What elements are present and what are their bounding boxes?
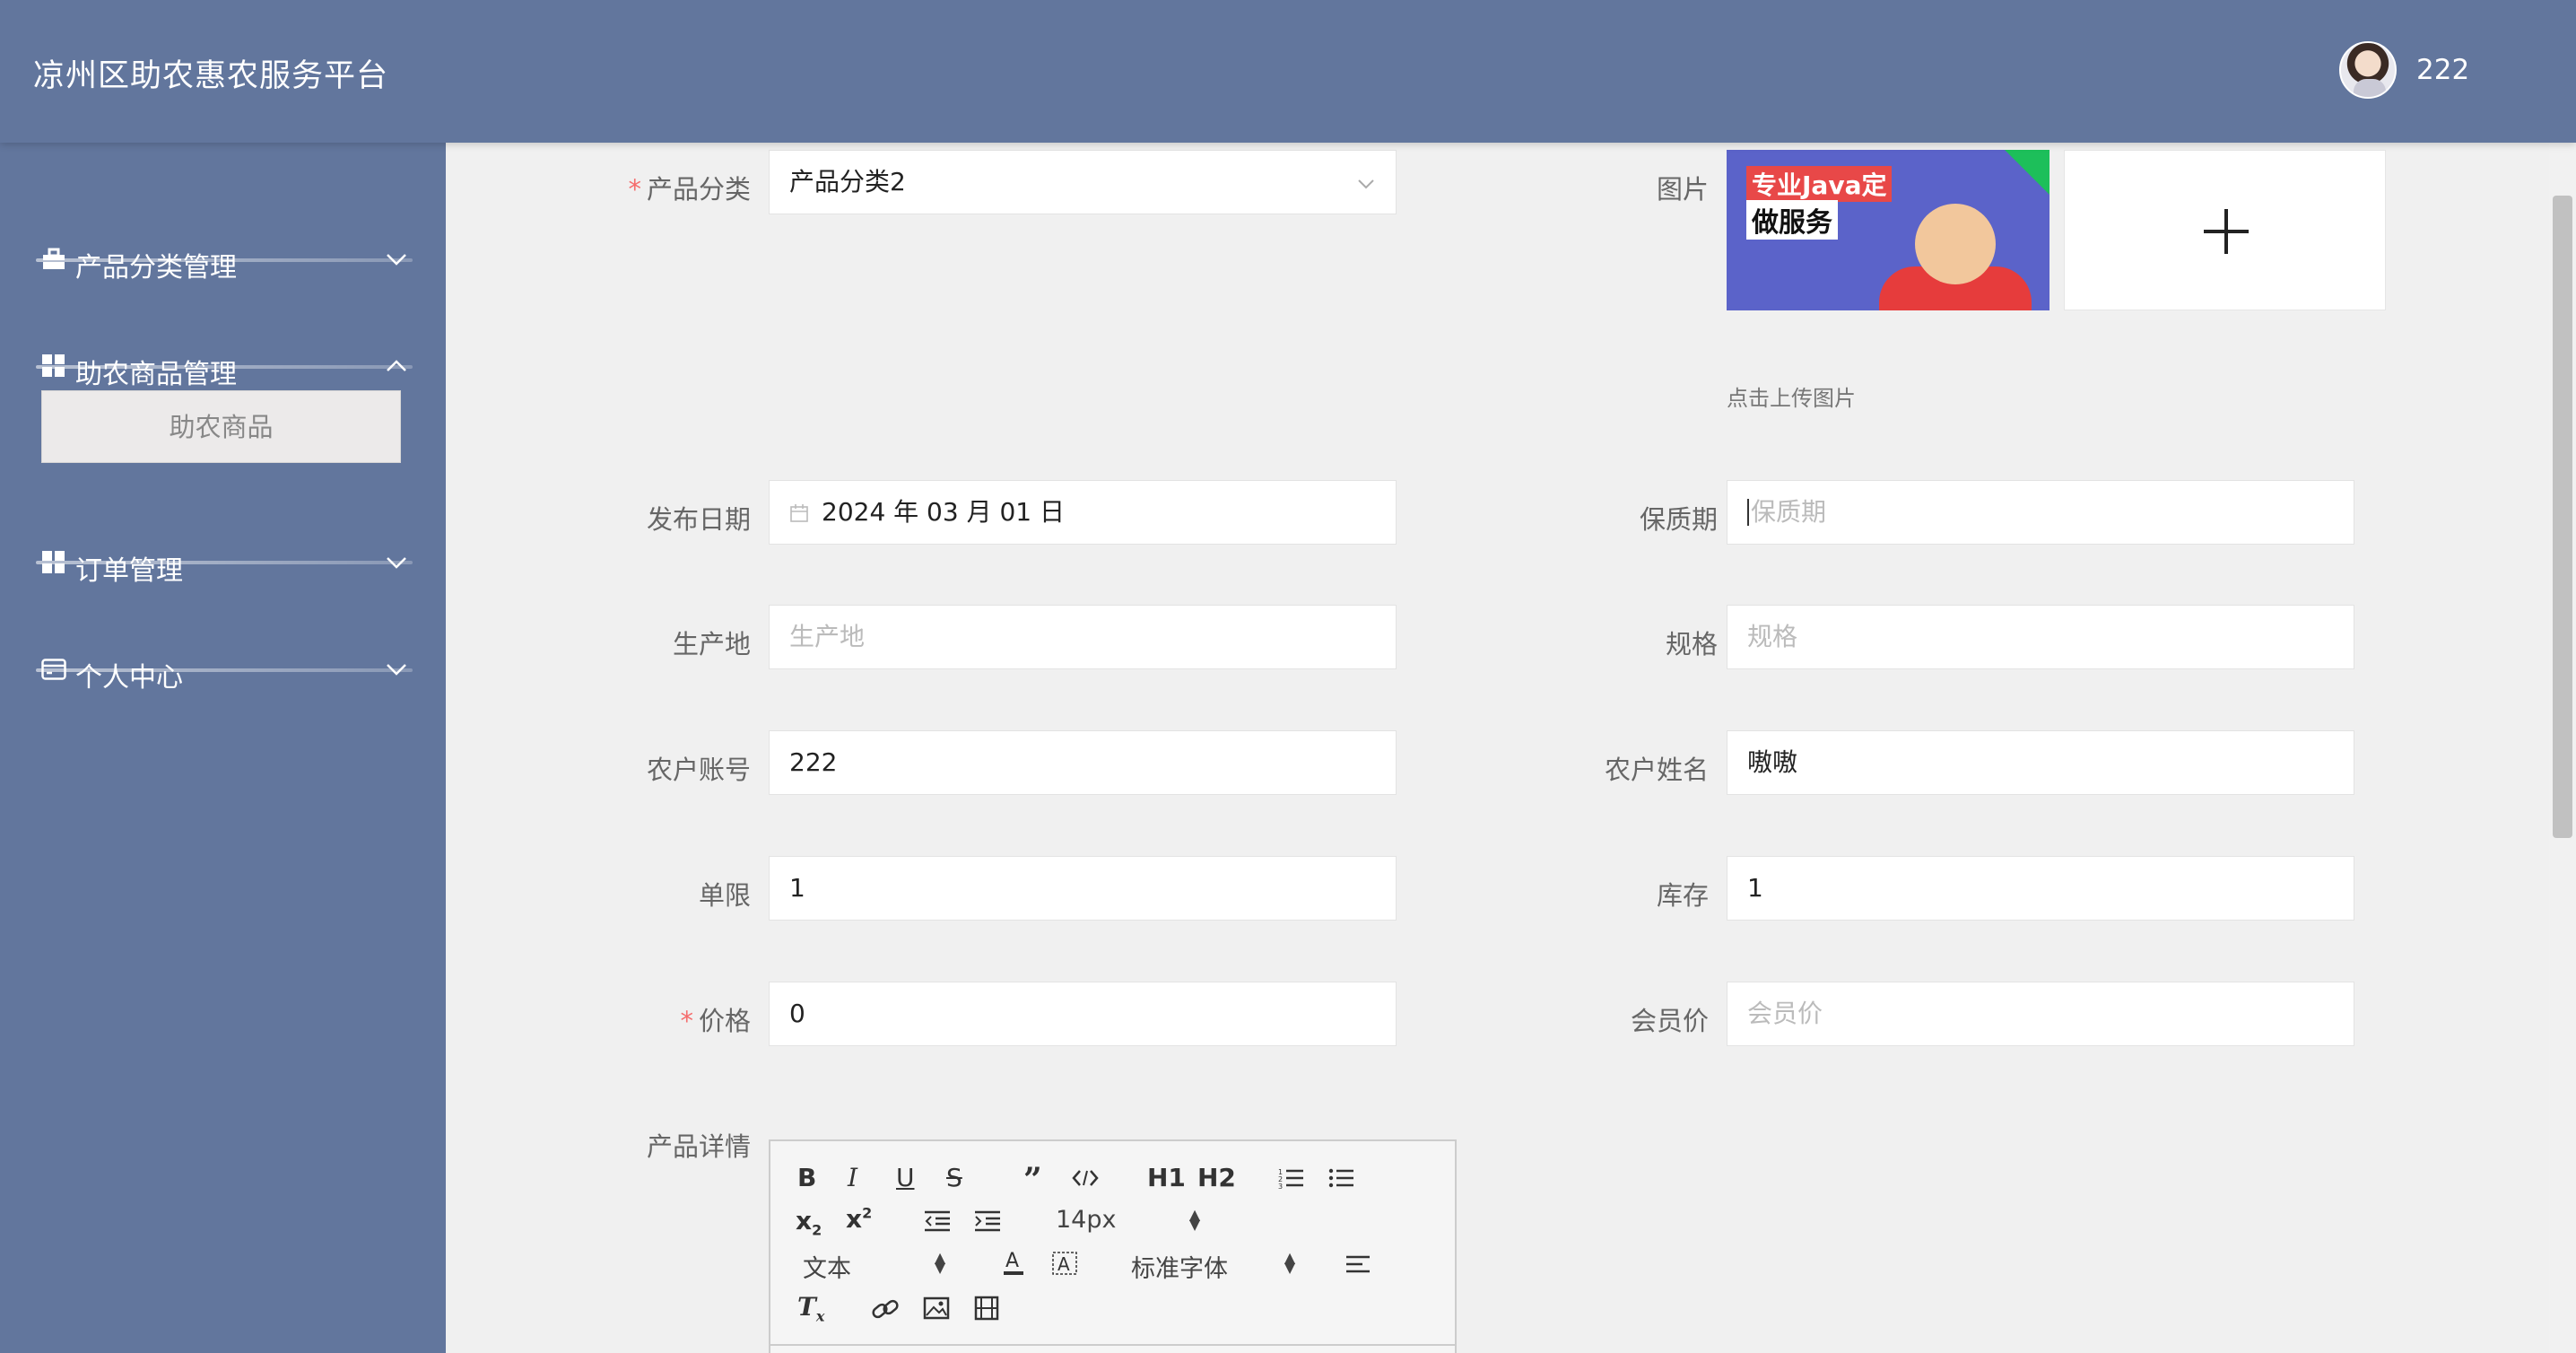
details-label: 产品详情 [646,1131,751,1162]
uploaded-image-thumbnail[interactable]: 专业Java定 做服务 [1727,150,2049,310]
subscript-button[interactable]: x2 [796,1206,822,1239]
menu-divider [36,258,413,262]
code-block-icon[interactable] [1072,1168,1099,1188]
plus-icon-v [2224,209,2228,254]
limit-label: 单限 [698,880,751,911]
limit-input[interactable]: 1 [769,856,1397,921]
thumbnail-face [1915,204,1996,284]
rich-text-editor[interactable]: B I U S ” H1 H2 1 2 3 x2 x2 14px ▲ ▼ 文本 … [769,1139,1457,1353]
chevron-down-icon [1358,179,1374,189]
app-title: 凉州区助农惠农服务平台 [33,58,389,94]
background-color-icon[interactable]: A [1050,1249,1079,1278]
sidebar-item-label: 助农商品管理 [75,359,237,390]
font-size-updown-icon: ▲ ▼ [1188,1206,1201,1233]
sidebar: 产品分类管理 助农商品管理 助农商品 订单管理 个人中心 [0,143,446,1353]
category-select[interactable]: 产品分类2 [769,150,1397,214]
h2-button[interactable]: H2 [1197,1163,1236,1192]
farmer-account-input[interactable]: 222 [769,730,1397,795]
editor-toolbar-divider [770,1344,1455,1346]
sidebar-item-label: 产品分类管理 [75,252,237,284]
align-icon[interactable] [1345,1254,1371,1278]
price-label: * 价格 [680,1006,751,1036]
outdent-icon[interactable] [923,1209,952,1233]
calendar-icon [790,504,808,522]
price-input[interactable]: 0 [769,982,1397,1046]
sidebar-item-label: 个人中心 [75,662,183,694]
font-family-select[interactable]: 标准字体 [1131,1249,1228,1284]
header-type-updown-icon: ▲ ▼ [934,1249,946,1276]
origin-input[interactable]: 生产地 [769,605,1397,669]
category-label: * 产品分类 [628,174,751,205]
shelf-life-label: 保质期 [1639,504,1718,535]
font-color-icon[interactable]: A [1000,1249,1027,1278]
h1-button[interactable]: H1 [1147,1163,1186,1192]
farmer-name-input[interactable]: 嗷嗷 [1727,730,2354,795]
username[interactable]: 222 [2416,54,2469,86]
user-avatar[interactable] [2339,41,2397,99]
publish-date-label: 发布日期 [646,504,751,535]
menu-divider [36,561,413,564]
spec-label: 规格 [1665,629,1718,659]
thumbnail-text-2: 做服务 [1746,200,1838,240]
bold-button[interactable]: B [797,1163,816,1192]
video-icon[interactable] [973,1296,1000,1321]
farmer-name-label: 农户姓名 [1604,755,1709,785]
stock-label: 库存 [1656,880,1709,911]
origin-label: 生产地 [672,629,751,659]
bullet-list-icon[interactable] [1328,1166,1355,1190]
ordered-list-icon[interactable]: 1 2 3 [1278,1166,1305,1190]
scrollbar-thumb[interactable] [2553,196,2572,838]
strike-button[interactable]: S [946,1163,962,1192]
superscript-button[interactable]: x2 [846,1204,872,1234]
menu-divider [36,668,413,672]
link-icon[interactable] [871,1296,900,1322]
member-price-label: 会员价 [1630,1006,1709,1036]
header-type-select[interactable]: 文本 [803,1249,851,1284]
publish-date-picker[interactable]: 2024 年 03 月 01 日 [769,480,1397,545]
blockquote-button[interactable]: ” [1023,1161,1042,1199]
shelf-life-input[interactable]: 保质期 [1727,480,2354,545]
clear-format-button[interactable]: Tx [797,1292,824,1325]
submenu-item-label: 助农商品 [169,412,274,442]
menu-divider [36,365,413,369]
image-icon[interactable] [923,1296,950,1321]
svg-text:A: A [1057,1253,1070,1275]
indent-icon[interactable] [973,1209,1002,1233]
image-label: 图片 [1656,174,1709,205]
thumbnail-text-1: 专业Java定 [1746,166,1893,202]
farmer-account-label: 农户账号 [646,755,751,785]
font-size-select[interactable]: 14px [1056,1206,1116,1234]
upload-image-button[interactable] [2064,150,2386,310]
top-header: 凉州区助农惠农服务平台 222 [0,0,2576,143]
text-cursor [1747,499,1749,526]
sidebar-item-label: 订单管理 [75,555,183,587]
spec-input[interactable]: 规格 [1727,605,2354,669]
svg-text:3: 3 [1278,1183,1283,1190]
member-price-input[interactable]: 会员价 [1727,982,2354,1046]
svg-text:A: A [1005,1250,1019,1272]
upload-success-badge [2005,150,2049,195]
upload-hint: 点击上传图片 [1727,386,1856,411]
italic-button[interactable]: I [848,1163,857,1192]
submenu-item-products[interactable]: 助农商品 [41,390,401,463]
stock-input[interactable]: 1 [1727,856,2354,921]
underline-button[interactable]: U [896,1163,915,1192]
font-family-updown-icon: ▲ ▼ [1284,1249,1296,1276]
